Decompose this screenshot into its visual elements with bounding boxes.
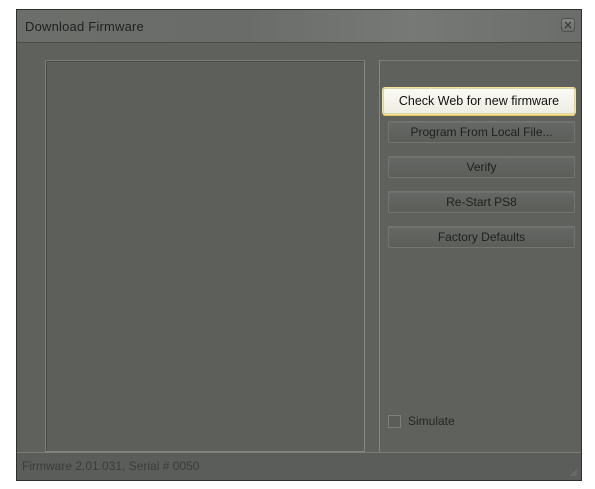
simulate-checkbox[interactable] xyxy=(388,415,401,428)
check-web-firmware-button[interactable]: Check Web for new firmware xyxy=(383,88,575,114)
firmware-status-text: Firmware 2.01.031, Serial # 0050 xyxy=(22,459,200,473)
firmware-log-panel[interactable] xyxy=(45,60,365,452)
close-button[interactable] xyxy=(561,18,575,32)
status-bar: Firmware 2.01.031, Serial # 0050 xyxy=(17,452,581,480)
title-bar[interactable]: Download Firmware xyxy=(17,10,581,43)
verify-button[interactable]: Verify xyxy=(388,156,575,178)
download-firmware-window: Download Firmware Check Web for new firm… xyxy=(16,9,582,481)
simulate-label: Simulate xyxy=(408,414,455,428)
dialog-content: Check Web for new firmware Program From … xyxy=(17,43,581,452)
restart-button[interactable]: Re-Start PS8 xyxy=(388,191,575,213)
program-local-file-button[interactable]: Program From Local File... xyxy=(388,121,575,143)
close-icon xyxy=(564,21,572,29)
actions-panel: Check Web for new firmware Program From … xyxy=(379,60,579,452)
resize-grip-icon[interactable] xyxy=(568,467,578,477)
window-title: Download Firmware xyxy=(25,19,144,34)
factory-defaults-button[interactable]: Factory Defaults xyxy=(388,226,575,248)
